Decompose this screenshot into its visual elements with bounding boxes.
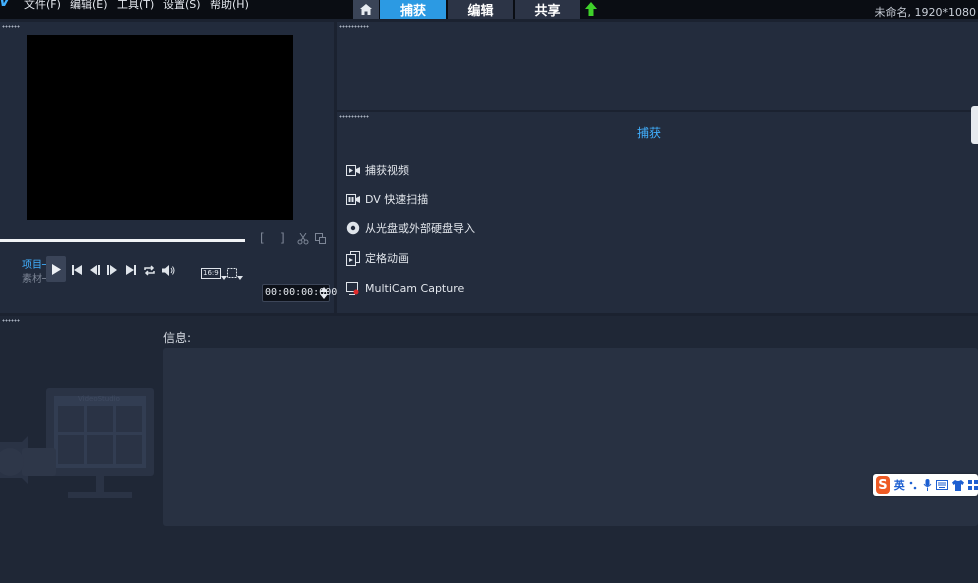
resize-icon [227, 268, 237, 278]
disc-import-label: 从光盘或外部硬盘导入 [365, 222, 475, 235]
info-label: 信息: [163, 331, 192, 345]
enlarge-icon[interactable] [315, 233, 326, 244]
skip-end-icon [126, 265, 136, 275]
previous-frame-icon [90, 265, 100, 275]
scrub-bar[interactable] [0, 239, 245, 242]
aspect-ratio-label: 16:9 [201, 267, 221, 279]
illustration-brand-text: VideoStudio [78, 395, 120, 403]
play-icon [51, 263, 61, 275]
skip-start-icon [72, 265, 82, 275]
chevron-down-icon [220, 276, 227, 280]
upload-arrow-icon[interactable] [585, 2, 597, 16]
ime-toolbar[interactable]: S 英 [873, 474, 978, 496]
microphone-icon[interactable] [923, 479, 932, 491]
app-window: V 文件(F) 编辑(E) 工具(T) 设置(S) 帮助(H) 捕获 编辑 共享… [0, 0, 978, 583]
capture-video-option[interactable]: 捕获视频 [345, 161, 409, 179]
menu-bar: V 文件(F) 编辑(E) 工具(T) 设置(S) 帮助(H) 捕获 编辑 共享… [0, 0, 978, 19]
menu-edit[interactable]: 编辑(E) [70, 0, 108, 12]
previous-frame-button[interactable] [90, 262, 100, 278]
menu-settings[interactable]: 设置(S) [163, 0, 201, 12]
dv-scan-option[interactable]: DV 快速扫描 [345, 190, 428, 208]
scissors-icon[interactable] [297, 233, 309, 245]
project-mode-label[interactable]: 项目─ [22, 256, 48, 271]
capture-video-label: 捕获视频 [365, 164, 409, 177]
output-size-button[interactable] [227, 265, 243, 281]
home-button-player[interactable] [72, 262, 82, 278]
panel-grip[interactable] [339, 115, 369, 118]
home-button[interactable] [353, 0, 379, 19]
chevron-down-icon [237, 276, 243, 280]
home-icon [360, 4, 372, 15]
ime-language-toggle[interactable]: 英 [894, 477, 905, 493]
play-button[interactable] [46, 256, 66, 282]
toolbox-icon[interactable] [968, 479, 978, 491]
tab-capture[interactable]: 捕获 [380, 0, 446, 19]
preview-screen [27, 35, 293, 220]
volume-icon [162, 264, 175, 276]
menu-help[interactable]: 帮助(H) [210, 0, 249, 12]
info-panel: VideoStudio 信息: [0, 316, 978, 583]
side-panel-tab[interactable] [971, 106, 978, 144]
dv-scan-label: DV 快速扫描 [365, 193, 429, 206]
menu-file[interactable]: 文件(F) [24, 0, 61, 12]
next-frame-icon [107, 265, 117, 275]
tab-share[interactable]: 共享 [515, 0, 580, 19]
keyboard-icon[interactable] [936, 479, 948, 491]
repeat-button[interactable] [143, 262, 156, 278]
sogou-logo-icon[interactable]: S [876, 476, 890, 494]
multicam-icon [345, 280, 361, 296]
multicam-label: MultiCam Capture [365, 281, 465, 295]
capture-panel-title: 捕获 [636, 126, 661, 140]
punctuation-icon[interactable] [909, 479, 919, 491]
skin-icon[interactable] [952, 479, 964, 491]
capture-options-panel: 捕获 捕获视频 DV 快速扫描 从光盘或外部硬盘导入 定格动画 MultiCam… [337, 112, 978, 313]
disc-import-icon [345, 220, 361, 236]
timecode-spinner-icon[interactable] [320, 287, 328, 299]
multicam-option[interactable]: MultiCam Capture [345, 279, 464, 297]
aspect-ratio-button[interactable]: 16:9 [201, 265, 227, 281]
project-info: 未命名, 1920*1080 [874, 6, 976, 19]
timecode-field[interactable]: 00:00:00:000 [262, 284, 337, 302]
tab-edit[interactable]: 编辑 [448, 0, 513, 19]
clip-mode-label[interactable]: 素材─ [22, 270, 48, 285]
library-panel [337, 22, 978, 110]
mark-in-icon[interactable]: [ [260, 231, 265, 245]
capture-video-icon [345, 162, 361, 178]
videostudio-illustration: VideoStudio [0, 388, 154, 498]
repeat-icon [144, 264, 155, 276]
mark-out-icon[interactable]: ] [280, 231, 285, 245]
stop-motion-option[interactable]: 定格动画 [345, 249, 409, 267]
end-button[interactable] [126, 262, 136, 278]
menu-tools[interactable]: 工具(T) [117, 0, 154, 12]
info-textbox [163, 348, 978, 526]
disc-import-option[interactable]: 从光盘或外部硬盘导入 [345, 219, 475, 237]
volume-button[interactable] [162, 262, 175, 278]
player-panel: [ ] 项目─ 素材─ 16:9 00:00:00:000 [0, 22, 337, 313]
panel-grip[interactable] [339, 25, 369, 28]
stop-motion-label: 定格动画 [365, 252, 409, 265]
panel-grip[interactable] [2, 25, 20, 28]
next-frame-button[interactable] [107, 262, 117, 278]
app-logo: V [0, 0, 10, 10]
panel-grip[interactable] [2, 319, 20, 322]
stop-motion-icon [345, 250, 361, 266]
dv-scan-icon [345, 191, 361, 207]
